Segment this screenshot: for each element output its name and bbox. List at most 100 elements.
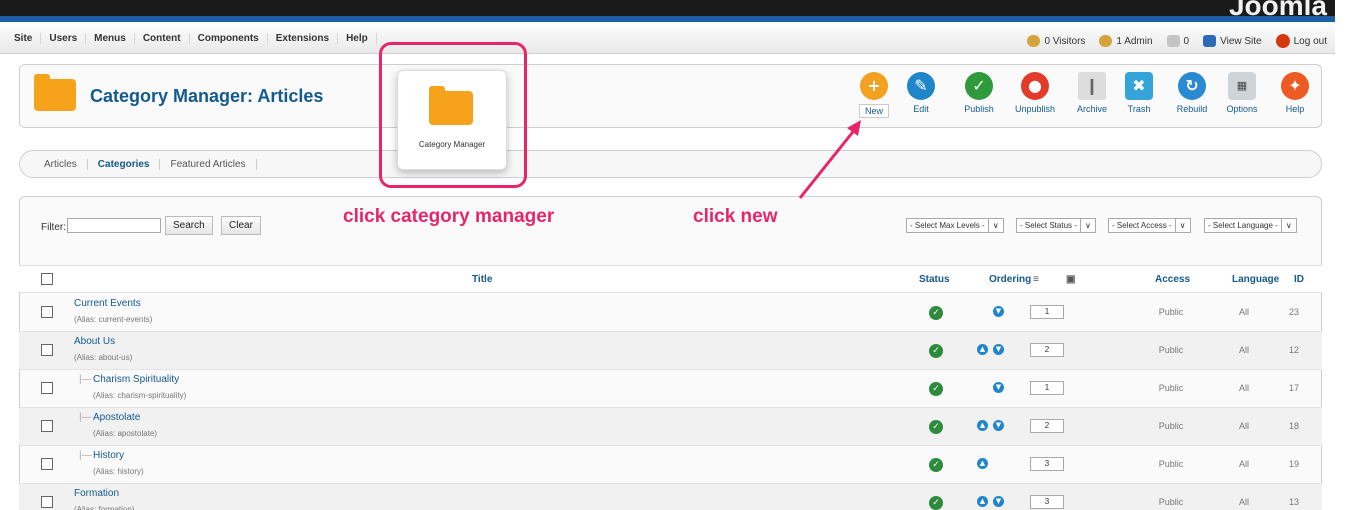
move-down-icon[interactable]: ▼ xyxy=(993,496,1004,507)
submenu-tabs-panel: Articles Categories Featured Articles xyxy=(19,150,1322,178)
move-down-icon[interactable]: ▼ xyxy=(993,306,1004,317)
ordering-input[interactable]: 2 xyxy=(1030,419,1064,433)
ordering-input[interactable]: 3 xyxy=(1030,495,1064,509)
tab-featured-articles[interactable]: Featured Articles xyxy=(160,159,257,170)
pencil-icon: ✎ xyxy=(907,72,935,100)
admins-status[interactable]: 1 Admin xyxy=(1099,35,1153,47)
category-manager-card[interactable]: Category Manager xyxy=(397,70,507,170)
published-status-icon[interactable]: ✓ xyxy=(929,496,943,510)
category-alias: (Alias: charism-spirituality) xyxy=(93,391,187,400)
access-cell: Public xyxy=(1158,497,1184,507)
menu-item-components[interactable]: Components xyxy=(190,33,268,44)
save-order-icon[interactable]: ▣ xyxy=(1066,274,1075,285)
ordering-input[interactable]: 1 xyxy=(1030,305,1064,319)
edit-button-label: Edit xyxy=(913,104,929,114)
visitors-status[interactable]: 0 Visitors xyxy=(1027,35,1085,47)
folder-icon xyxy=(34,74,76,111)
options-icon: ▦ xyxy=(1228,72,1256,100)
filter-search-input[interactable] xyxy=(67,218,161,233)
tree-indent-icon: |— xyxy=(79,412,92,423)
published-status-icon[interactable]: ✓ xyxy=(929,420,943,434)
move-down-icon[interactable]: ▼ xyxy=(993,382,1004,393)
access-select[interactable]: - Select Access - xyxy=(1108,218,1191,233)
status-select[interactable]: - Select Status - xyxy=(1016,218,1096,233)
title-column-header[interactable]: Title xyxy=(472,274,492,285)
plus-icon: + xyxy=(860,72,888,100)
search-button[interactable]: Search xyxy=(165,216,213,235)
new-button[interactable]: + New xyxy=(851,72,897,118)
access-cell: Public xyxy=(1158,459,1184,469)
tab-articles[interactable]: Articles xyxy=(34,159,88,170)
language-column-header[interactable]: Language xyxy=(1232,274,1279,285)
category-title-link[interactable]: Current Events xyxy=(74,298,141,309)
id-cell: 19 xyxy=(1289,459,1300,469)
language-cell: All xyxy=(1238,307,1249,317)
row-checkbox[interactable] xyxy=(41,306,53,318)
admin-icon xyxy=(1099,35,1113,47)
clear-button[interactable]: Clear xyxy=(221,216,261,235)
main-menu-bar: Site Users Menus Content Components Extension… xyxy=(0,26,1335,54)
select-all-checkbox[interactable] xyxy=(41,273,53,285)
row-checkbox[interactable] xyxy=(41,382,53,394)
messages-status[interactable]: 0 xyxy=(1166,35,1189,47)
archive-button[interactable]: ❙ Archive xyxy=(1069,72,1115,114)
ordering-input[interactable]: 1 xyxy=(1030,381,1064,395)
admins-count: 1 Admin xyxy=(1116,35,1153,47)
help-button[interactable]: ✦ Help xyxy=(1272,72,1318,114)
published-status-icon[interactable]: ✓ xyxy=(929,306,943,320)
id-column-header[interactable]: ID xyxy=(1294,274,1304,285)
table-row: Formation (Alias: formation) ✓ ▲ ▼ 3 Public All… xyxy=(19,484,1322,510)
move-down-icon[interactable]: ▼ xyxy=(993,344,1004,355)
row-checkbox[interactable] xyxy=(41,458,53,470)
ordering-column-header[interactable]: Ordering xyxy=(989,274,1031,285)
view-site-link[interactable]: View Site xyxy=(1203,35,1262,47)
unpublish-button[interactable]: ● Unpublish xyxy=(1012,72,1058,114)
language-select[interactable]: - Select Language - xyxy=(1204,218,1297,233)
menu-item-help[interactable]: Help xyxy=(338,33,377,44)
category-title-link[interactable]: History xyxy=(93,450,124,461)
logout-label: Log out xyxy=(1293,35,1327,47)
help-button-label: Help xyxy=(1285,104,1305,114)
trash-button[interactable]: ✖ Trash xyxy=(1116,72,1162,114)
published-status-icon[interactable]: ✓ xyxy=(929,344,943,358)
publish-button[interactable]: ✓ Publish xyxy=(956,72,1002,114)
move-down-icon[interactable]: ▼ xyxy=(993,420,1004,431)
menu-item-menus[interactable]: Menus xyxy=(86,33,135,44)
users-icon xyxy=(1027,35,1041,47)
sort-icon[interactable]: ≡ xyxy=(1033,274,1039,285)
language-cell: All xyxy=(1238,383,1249,393)
move-up-icon[interactable]: ▲ xyxy=(977,496,988,507)
published-status-icon[interactable]: ✓ xyxy=(929,382,943,396)
edit-button[interactable]: ✎ Edit xyxy=(898,72,944,114)
tree-indent-icon: |— xyxy=(79,374,92,385)
access-column-header[interactable]: Access xyxy=(1155,274,1190,285)
max-levels-select[interactable]: - Select Max Levels - xyxy=(906,218,1004,233)
options-button[interactable]: ▦ Options xyxy=(1219,72,1265,114)
category-alias: (Alias: history) xyxy=(93,467,144,476)
category-title-link[interactable]: Formation xyxy=(74,488,119,499)
rebuild-button[interactable]: ↻ Rebuild xyxy=(1169,72,1215,114)
menu-item-content[interactable]: Content xyxy=(135,33,190,44)
ordering-input[interactable]: 2 xyxy=(1030,343,1064,357)
logout-link[interactable]: Log out xyxy=(1275,34,1327,48)
move-up-icon[interactable]: ▲ xyxy=(977,344,988,355)
ordering-input[interactable]: 3 xyxy=(1030,457,1064,471)
menu-item-site[interactable]: Site xyxy=(6,33,42,44)
row-checkbox[interactable] xyxy=(41,344,53,356)
row-checkbox[interactable] xyxy=(41,496,53,508)
category-title-link[interactable]: Charism Spirituality xyxy=(93,374,179,385)
published-status-icon[interactable]: ✓ xyxy=(929,458,943,472)
move-up-icon[interactable]: ▲ xyxy=(977,420,988,431)
menu-item-extensions[interactable]: Extensions xyxy=(268,33,339,44)
access-cell: Public xyxy=(1158,345,1184,355)
category-title-link[interactable]: Apostolate xyxy=(93,412,140,423)
status-column-header[interactable]: Status xyxy=(919,274,950,285)
row-checkbox[interactable] xyxy=(41,420,53,432)
move-up-icon[interactable]: ▲ xyxy=(977,458,988,469)
trash-icon: ✖ xyxy=(1125,72,1153,100)
monitor-icon xyxy=(1203,35,1217,47)
category-title-link[interactable]: About Us xyxy=(74,336,115,347)
menu-item-users[interactable]: Users xyxy=(41,33,87,44)
tab-categories[interactable]: Categories xyxy=(88,159,161,170)
table-row: Current Events (Alias: current-events) ✓ ▼ 1… xyxy=(19,294,1322,332)
